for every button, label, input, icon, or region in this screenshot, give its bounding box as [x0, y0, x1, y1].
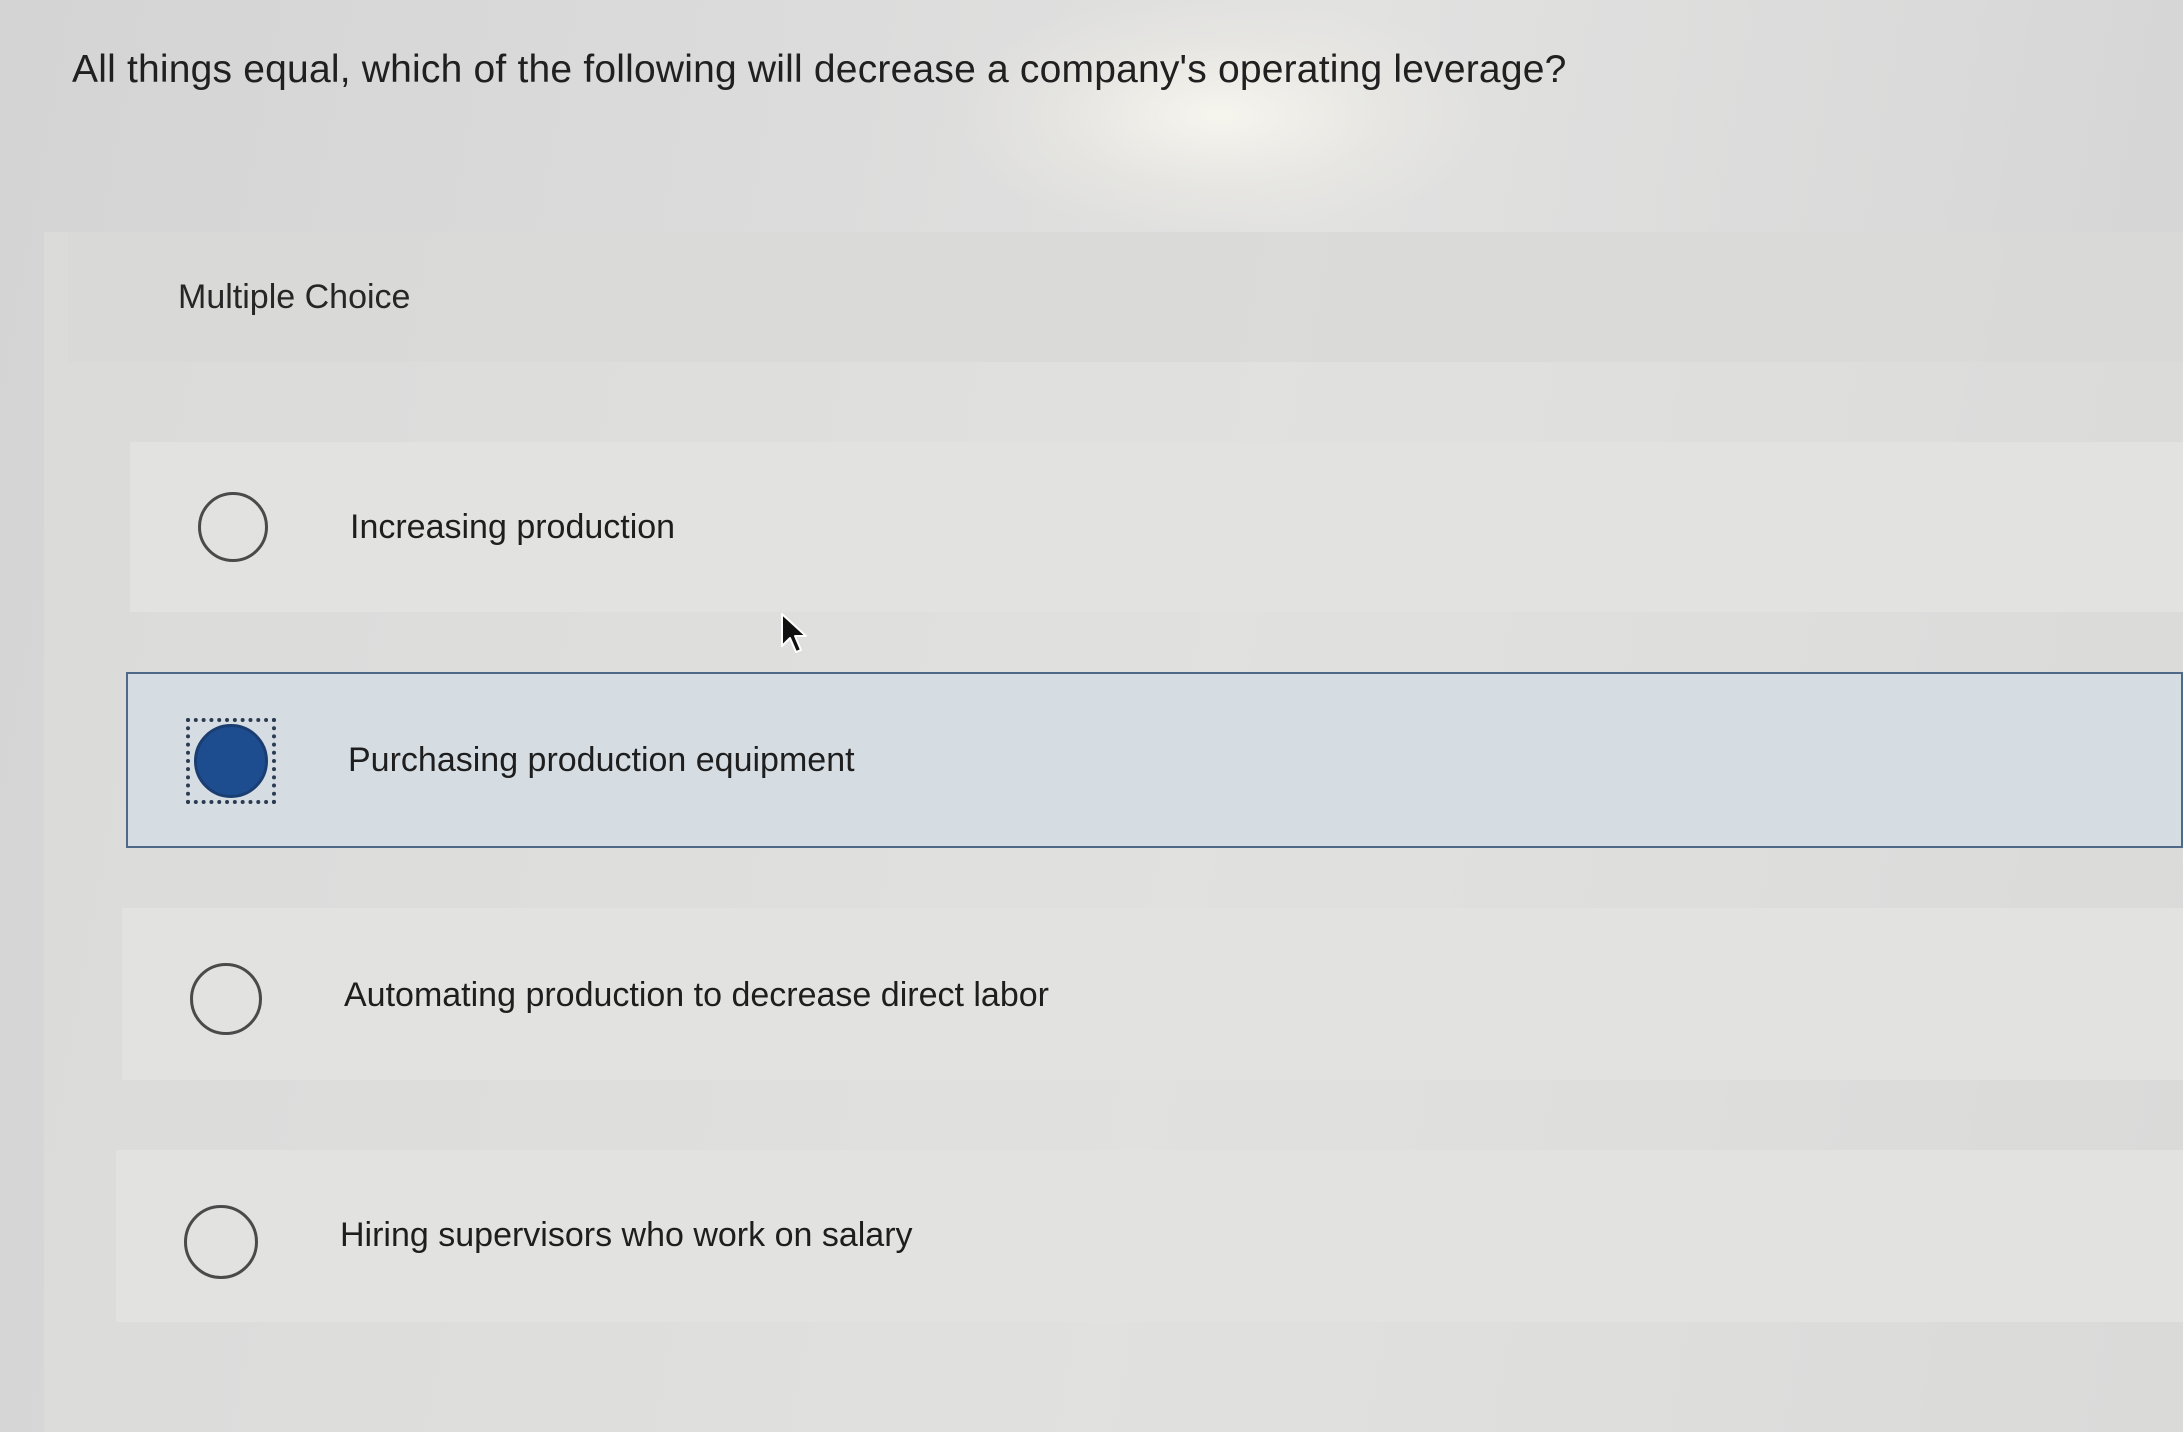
screen-glare: [960, 0, 1480, 230]
question-text: All things equal, which of the following…: [72, 48, 1567, 91]
answer-option-label[interactable]: Increasing production: [350, 508, 675, 547]
radio-empty-icon[interactable]: [198, 492, 268, 562]
radio-filled-icon[interactable]: [194, 724, 268, 798]
radio-empty-icon[interactable]: [184, 1205, 258, 1279]
answer-option-label[interactable]: Hiring supervisors who work on salary: [340, 1216, 913, 1255]
mouse-pointer-icon: [781, 613, 807, 653]
answer-option-label[interactable]: Automating production to decrease direct…: [344, 976, 1049, 1015]
multiple-choice-label: Multiple Choice: [178, 278, 411, 316]
answer-option-label[interactable]: Purchasing production equipment: [348, 741, 855, 780]
radio-empty-icon[interactable]: [190, 963, 262, 1035]
